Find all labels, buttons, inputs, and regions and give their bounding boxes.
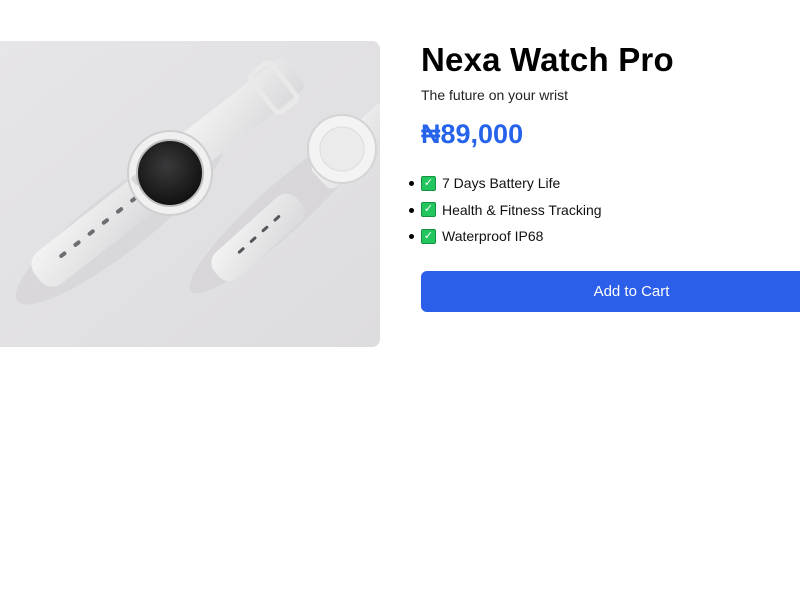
feature-label: 7 Days Battery Life bbox=[442, 175, 561, 192]
check-icon: ✓ bbox=[421, 202, 436, 218]
bullet-icon bbox=[409, 207, 414, 213]
product-page: Nexa Watch Pro The future on your wrist … bbox=[0, 0, 800, 600]
product-info: Nexa Watch Pro The future on your wrist … bbox=[409, 40, 800, 312]
check-icon: ✓ bbox=[421, 175, 436, 191]
feature-label: Waterproof IP68 bbox=[442, 228, 544, 245]
feature-list: ✓ 7 Days Battery Life ✓ Health & Fitness… bbox=[409, 170, 800, 250]
product-title: Nexa Watch Pro bbox=[421, 41, 674, 78]
check-icon: ✓ bbox=[421, 228, 436, 244]
product-tagline: The future on your wrist bbox=[421, 87, 569, 103]
add-to-cart-label: Add to Cart bbox=[593, 283, 670, 300]
smartwatch-photo bbox=[0, 41, 380, 347]
list-item: ✓ 7 Days Battery Life bbox=[409, 170, 800, 197]
list-item: ✓ Health & Fitness Tracking bbox=[409, 197, 800, 224]
bullet-icon bbox=[409, 234, 414, 239]
feature-label: Health & Fitness Tracking bbox=[442, 201, 602, 218]
list-item: ✓ Waterproof IP68 bbox=[409, 223, 800, 250]
add-to-cart-button[interactable]: Add to Cart bbox=[421, 271, 800, 312]
bullet-icon bbox=[409, 181, 414, 186]
product-price: ₦89,000 bbox=[421, 119, 524, 149]
product-image bbox=[0, 41, 380, 347]
